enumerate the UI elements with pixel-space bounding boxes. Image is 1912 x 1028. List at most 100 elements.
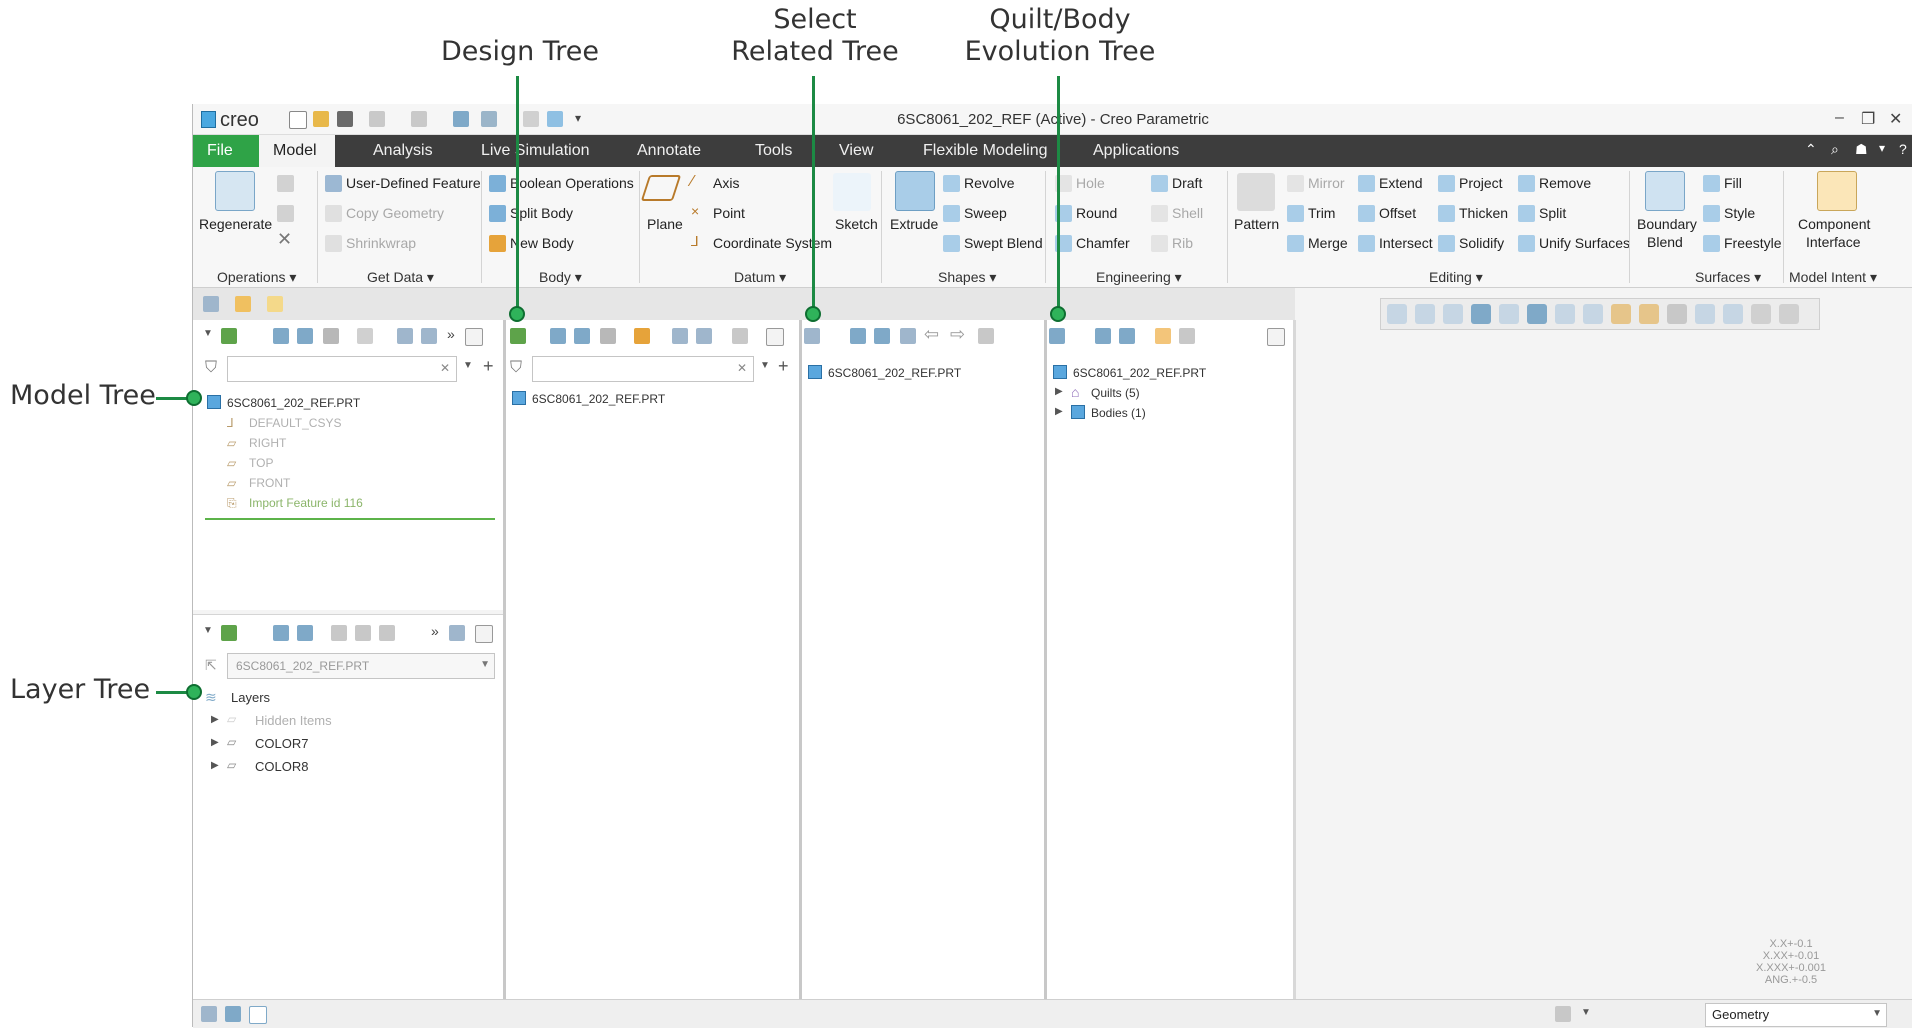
mirror-button[interactable]: Mirror: [1308, 175, 1345, 191]
evolution-tree-icon[interactable]: [1049, 328, 1065, 344]
boolean-operations-button[interactable]: Boolean Operations: [510, 175, 634, 191]
merge-button[interactable]: Merge: [1308, 235, 1348, 251]
model-tree-settings-chevron-icon[interactable]: ▼: [203, 328, 213, 339]
graphics-area[interactable]: X.X+-0.1 X.XX+-0.01 X.XXX+-0.001 ANG.+-0…: [1296, 288, 1912, 999]
layers-root[interactable]: Layers: [231, 690, 270, 705]
group-body[interactable]: Body ▾: [539, 269, 582, 286]
folder-browser-tab-icon[interactable]: [235, 296, 251, 312]
tree-item-root[interactable]: 6SC8061_202_REF.PRT: [227, 396, 360, 410]
datum-display-icon[interactable]: [1611, 304, 1631, 324]
layer-item-color8[interactable]: COLOR8: [255, 759, 308, 774]
clear-search-icon[interactable]: ✕: [440, 361, 450, 375]
design-tree-icon[interactable]: [510, 328, 526, 344]
body-filter-icon[interactable]: [634, 328, 650, 344]
chevron-down-icon[interactable]: ▼: [1581, 1007, 1591, 1018]
delete-icon[interactable]: ✕: [277, 229, 292, 250]
expand-arrow-icon[interactable]: ▶: [1055, 386, 1063, 397]
sweep-button[interactable]: Sweep: [964, 205, 1007, 221]
layer-isolate-icon[interactable]: [379, 625, 395, 641]
intersect-button[interactable]: Intersect: [1379, 235, 1433, 251]
split-body-button[interactable]: Split Body: [510, 205, 573, 221]
fill-button[interactable]: Fill: [1724, 175, 1742, 191]
layer-item-hidden-items[interactable]: Hidden Items: [255, 713, 332, 728]
tab-flexible-modeling[interactable]: Flexible Modeling: [909, 135, 1062, 167]
selection-filter-dropdown[interactable]: Geometry ▼: [1705, 1003, 1887, 1027]
tab-live-simulation[interactable]: Live Simulation: [467, 135, 604, 167]
restore-button[interactable]: ❐: [1861, 109, 1875, 129]
tree-item-front[interactable]: FRONT: [249, 476, 290, 490]
add-filter-icon[interactable]: +: [778, 356, 789, 377]
copy-geometry-button[interactable]: Copy Geometry: [346, 205, 444, 221]
chevron-down-icon[interactable]: ▼: [1872, 1008, 1882, 1019]
design-tree-root[interactable]: 6SC8061_202_REF.PRT: [532, 392, 665, 406]
expand-all-icon[interactable]: [273, 625, 289, 641]
expand-all-icon[interactable]: [1095, 328, 1111, 344]
repaint-icon[interactable]: [1471, 304, 1491, 324]
model-tree-search-input[interactable]: ✕: [227, 356, 457, 382]
hole-button[interactable]: Hole: [1076, 175, 1105, 191]
tab-view[interactable]: View: [825, 135, 887, 167]
ribbon-collapse-icon[interactable]: ⌃: [1805, 141, 1817, 158]
tree-columns-icon[interactable]: [696, 328, 712, 344]
tab-annotate[interactable]: Annotate: [623, 135, 715, 167]
tree-filter-icon[interactable]: [397, 328, 413, 344]
back-arrow-icon[interactable]: ⇦: [924, 324, 939, 345]
close-button[interactable]: ✕: [1889, 109, 1902, 129]
tab-model[interactable]: Model: [259, 135, 335, 167]
freestyle-button[interactable]: Freestyle: [1724, 235, 1782, 251]
tree-settings-icon[interactable]: [766, 328, 784, 346]
tree-columns-icon[interactable]: [421, 328, 437, 344]
graduation-cap-icon[interactable]: ☗: [1855, 141, 1868, 158]
regenerate-button[interactable]: Regenerate: [199, 216, 272, 232]
sketch-button[interactable]: Sketch: [835, 216, 878, 232]
evolution-item-quilts[interactable]: Quilts (5): [1091, 386, 1140, 400]
tree-filter-icon[interactable]: [672, 328, 688, 344]
layer-model-select[interactable]: 6SC8061_202_REF.PRT ▼: [227, 653, 495, 679]
tab-applications[interactable]: Applications: [1079, 135, 1193, 167]
points-display-icon[interactable]: [1639, 304, 1659, 324]
boundary-blend-label-1[interactable]: Boundary: [1637, 216, 1697, 232]
layers-show-icon[interactable]: [221, 625, 237, 641]
select-related-tree-root[interactable]: 6SC8061_202_REF.PRT: [828, 366, 961, 380]
tree-item-top[interactable]: TOP: [249, 456, 273, 470]
search-dropdown-icon[interactable]: ▼: [463, 360, 473, 371]
graphics-settings-icon[interactable]: [1779, 304, 1799, 324]
selection-filter-icon[interactable]: [1555, 1006, 1571, 1022]
evolution-tree-root[interactable]: 6SC8061_202_REF.PRT: [1073, 366, 1206, 380]
tree-settings-icon[interactable]: [1267, 328, 1285, 346]
component-interface-label-1[interactable]: Component: [1798, 216, 1870, 232]
rib-button[interactable]: Rib: [1172, 235, 1193, 251]
view-manager-icon[interactable]: [1555, 304, 1575, 324]
user-defined-feature-button[interactable]: User-Defined Feature: [346, 175, 481, 191]
layer-settings-icon[interactable]: [475, 625, 493, 643]
more-icon[interactable]: »: [431, 623, 439, 639]
add-filter-icon[interactable]: +: [483, 356, 494, 377]
expand-all-icon[interactable]: [850, 328, 866, 344]
expand-arrow-icon[interactable]: ▶: [211, 714, 219, 725]
offset-button[interactable]: Offset: [1379, 205, 1416, 221]
saved-orientations-icon[interactable]: [1527, 304, 1547, 324]
new-body-button[interactable]: New Body: [510, 235, 574, 251]
axis-button[interactable]: Axis: [713, 175, 739, 191]
extend-button[interactable]: Extend: [1379, 175, 1423, 191]
expand-all-icon[interactable]: [550, 328, 566, 344]
show-quilts-icon[interactable]: [1155, 328, 1171, 344]
search-dropdown-icon[interactable]: ▼: [760, 360, 770, 371]
plane-button[interactable]: Plane: [647, 216, 683, 232]
shell-button[interactable]: Shell: [1172, 205, 1203, 221]
group-shapes[interactable]: Shapes ▾: [938, 269, 996, 286]
perspective-icon[interactable]: [1583, 304, 1603, 324]
unify-surfaces-button[interactable]: Unify Surfaces: [1539, 235, 1630, 251]
show-browser-icon[interactable]: [225, 1006, 241, 1022]
forward-arrow-icon[interactable]: ⇨: [950, 324, 965, 345]
clear-search-icon[interactable]: ✕: [737, 361, 747, 375]
columns-icon[interactable]: [600, 328, 616, 344]
hierarchy-icon[interactable]: [900, 328, 916, 344]
extrude-button[interactable]: Extrude: [890, 216, 938, 232]
show-navigator-icon[interactable]: [201, 1006, 217, 1022]
group-model-intent[interactable]: Model Intent ▾: [1789, 269, 1877, 286]
display-style-icon[interactable]: [1499, 304, 1519, 324]
show-bodies-icon[interactable]: [1179, 328, 1195, 344]
tree-settings-icon[interactable]: [465, 328, 483, 346]
group-engineering[interactable]: Engineering ▾: [1096, 269, 1182, 286]
